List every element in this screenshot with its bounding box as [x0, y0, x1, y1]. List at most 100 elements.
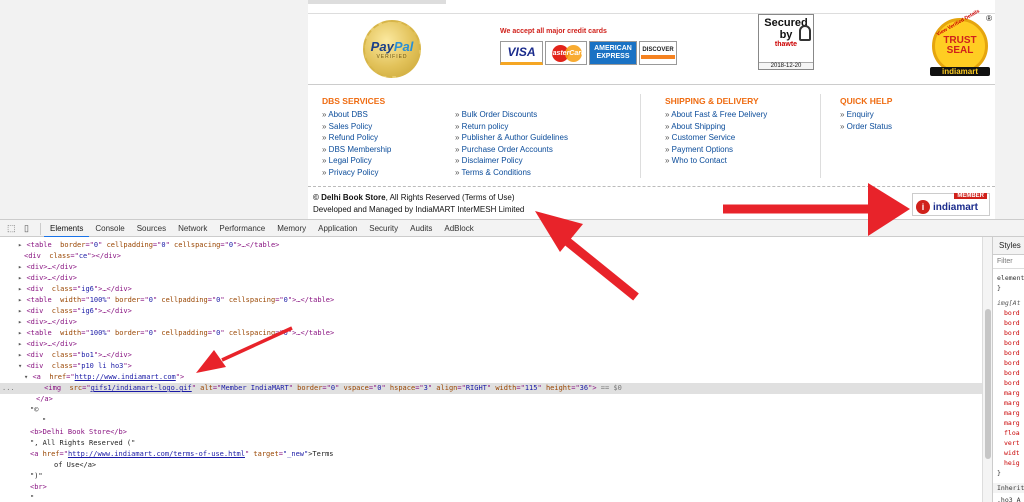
attr-name: src — [69, 384, 83, 392]
text-node: " — [42, 417, 47, 425]
dom-node-line[interactable]: <div class="ce"></div> — [0, 251, 982, 262]
footer-links-quick-help: EnquiryOrder Status — [840, 109, 892, 132]
divider — [308, 84, 995, 85]
dom-node-line[interactable]: ▸ <table width="100%" border="0" cellpad… — [0, 295, 982, 306]
devtools-tab-adblock[interactable]: AdBlock — [438, 220, 479, 238]
footer-link[interactable]: Payment Options — [665, 144, 767, 156]
styles-filter-input[interactable]: Filter — [993, 255, 1024, 269]
footer-link[interactable]: About DBS — [322, 109, 391, 121]
trust-seal-badge[interactable]: ® View Verified Details TRUST SEAL indiam… — [928, 8, 992, 80]
attr-value: "_new" — [282, 450, 309, 458]
dom-node-line[interactable]: ▸ <div>…</div> — [0, 339, 982, 350]
dom-node-line[interactable]: ")" — [0, 471, 982, 482]
footer-heading-shipping: SHIPPING & DELIVERY — [665, 96, 759, 106]
dom-node-line[interactable]: of Use</a> — [0, 460, 982, 471]
footer-link[interactable]: Who to Contact — [665, 155, 767, 167]
dom-node-line[interactable]: " — [0, 493, 982, 502]
dom-node-line[interactable]: ▸ <table border="0" cellpadding="0" cell… — [0, 240, 982, 251]
dom-node-line[interactable]: ▸ <div>…</div> — [0, 273, 982, 284]
divider — [820, 94, 821, 178]
dom-node-line[interactable]: <br> — [0, 482, 982, 493]
footer-link[interactable]: About Shipping — [665, 121, 767, 133]
footer-link[interactable]: Purchase Order Accounts — [455, 144, 568, 156]
devtools-tab-security[interactable]: Security — [363, 220, 404, 238]
elements-tree-panel[interactable]: ▸ <table border="0" cellpadding="0" cell… — [0, 237, 982, 502]
footer-link[interactable]: About Fast & Free Delivery — [665, 109, 767, 121]
attr-value: 0 — [93, 241, 99, 249]
devtools-tab-audits[interactable]: Audits — [404, 220, 438, 238]
attr-name: href — [42, 450, 60, 458]
top-tab-strip — [308, 0, 446, 4]
devtools-tab-sources[interactable]: Sources — [131, 220, 172, 238]
footer-link[interactable]: Bulk Order Discounts — [455, 109, 568, 121]
attr-name: class — [51, 351, 73, 359]
scrollbar-thumb[interactable] — [985, 309, 991, 459]
devtools-tab-performance[interactable]: Performance — [213, 220, 271, 238]
footer-link[interactable]: Customer Service — [665, 132, 767, 144]
tag-open: <div>…</div> — [26, 263, 78, 271]
dom-node-line[interactable]: </a> — [0, 394, 982, 405]
footer-link[interactable]: Terms & Conditions — [455, 167, 568, 179]
copyright-text: © Delhi Book Store, All Rights Reserved … — [313, 193, 515, 202]
seal-date: 2018-12-20 — [759, 62, 813, 69]
footer-link[interactable]: Legal Policy — [322, 155, 391, 167]
footer-link[interactable]: Order Status — [840, 121, 892, 133]
devtools-tab-network[interactable]: Network — [172, 220, 213, 238]
devtools-tab-elements[interactable]: Elements — [44, 220, 90, 238]
footer-link[interactable]: Enquiry — [840, 109, 892, 121]
dom-node-line[interactable]: "© — [0, 405, 982, 416]
footer-link[interactable]: Refund Policy — [322, 132, 391, 144]
dom-node-line[interactable]: ▾ <a href="http://www.indiamart.com"> — [0, 372, 982, 383]
dom-node-line[interactable]: " — [0, 416, 982, 427]
style-rule-selector: img[At — [997, 299, 1021, 307]
footer-link[interactable]: Sales Policy — [322, 121, 391, 133]
footer-link[interactable]: Publisher & Author Guidelines — [455, 132, 568, 144]
footer-link[interactable]: Privacy Policy — [322, 167, 391, 179]
footer-link[interactable]: Disclaimer Policy — [455, 155, 568, 167]
attr-name: border — [60, 241, 86, 249]
text-node: of Use</a> — [54, 461, 97, 469]
expand-triangle-icon: ▸ — [18, 351, 23, 359]
dom-node-line[interactable]: ▸ <div>…</div> — [0, 262, 982, 273]
dom-node-line[interactable]: ▸ <table width="100%" border="0" cellpad… — [0, 328, 982, 339]
attr-link[interactable]: http://www.indiamart.com — [75, 373, 176, 381]
attr-link[interactable]: gifs1/indiamart-logo.gif — [91, 384, 192, 392]
styles-tab[interactable]: Styles — [993, 237, 1024, 255]
style-rule-selector: element — [997, 274, 1024, 282]
tag-text: <b>Delhi Book Store</b> — [30, 428, 127, 436]
attr-name: vspace — [343, 384, 369, 392]
attr-name: height — [545, 384, 572, 392]
tag-text: </a> — [36, 395, 53, 403]
tag-open: <div>…</div> — [26, 340, 78, 348]
mastercard-logo: MasterCard — [545, 41, 587, 65]
attr-link[interactable]: http://www.indiamart.com/terms-of-use.ht… — [68, 450, 245, 458]
dom-node-line[interactable]: ▸ <div class="ig6">…</div> — [0, 306, 982, 317]
dom-node-line[interactable]: ▸ <div class="bo1">…</div> — [0, 350, 982, 361]
elements-scrollbar[interactable] — [982, 237, 992, 502]
device-toolbar-icon[interactable]: ▯ — [24, 223, 34, 233]
attr-name: cellpadding — [106, 241, 153, 249]
dom-node-line[interactable]: ", All Rights Reserved (" — [0, 438, 982, 449]
dom-node-line[interactable]: <b>Delhi Book Store</b> — [0, 427, 982, 438]
attr-value: 0 — [283, 296, 288, 304]
style-property: bord — [1004, 379, 1020, 387]
dom-node-line[interactable]: ▾ <div class="p10 li ho3"> — [0, 361, 982, 372]
secured-by-thawte-seal[interactable]: Secured by thawte 2018-12-20 — [758, 14, 814, 70]
style-property: bord — [1004, 309, 1020, 317]
attr-value: 3 — [423, 384, 428, 392]
text-node: " — [30, 494, 35, 502]
dom-node-line[interactable]: <a href="http://www.indiamart.com/terms-… — [0, 449, 982, 460]
devtools-tab-application[interactable]: Application — [312, 220, 363, 238]
member-indiamart-logo[interactable]: MEMBER i indiamart — [912, 193, 990, 216]
paypal-verified-seal[interactable]: PayPal VERIFIED — [363, 20, 421, 78]
footer-link[interactable]: DBS Membership — [322, 144, 392, 156]
footer-link[interactable]: Return policy — [455, 121, 568, 133]
selected-dom-node-line[interactable]: ... <img src="gifs1/indiamart-logo.gif" … — [0, 383, 982, 394]
devtools-tab-memory[interactable]: Memory — [271, 220, 312, 238]
dom-node-line[interactable]: ▸ <div class="ig6">…</div> — [0, 284, 982, 295]
devtools-tab-console[interactable]: Console — [89, 220, 130, 238]
inspect-element-icon[interactable]: ⬚ — [7, 223, 17, 233]
tag-open: <table — [26, 296, 56, 304]
dom-node-line[interactable]: ▸ <div>…</div> — [0, 317, 982, 328]
tag-close: > — [179, 373, 185, 381]
